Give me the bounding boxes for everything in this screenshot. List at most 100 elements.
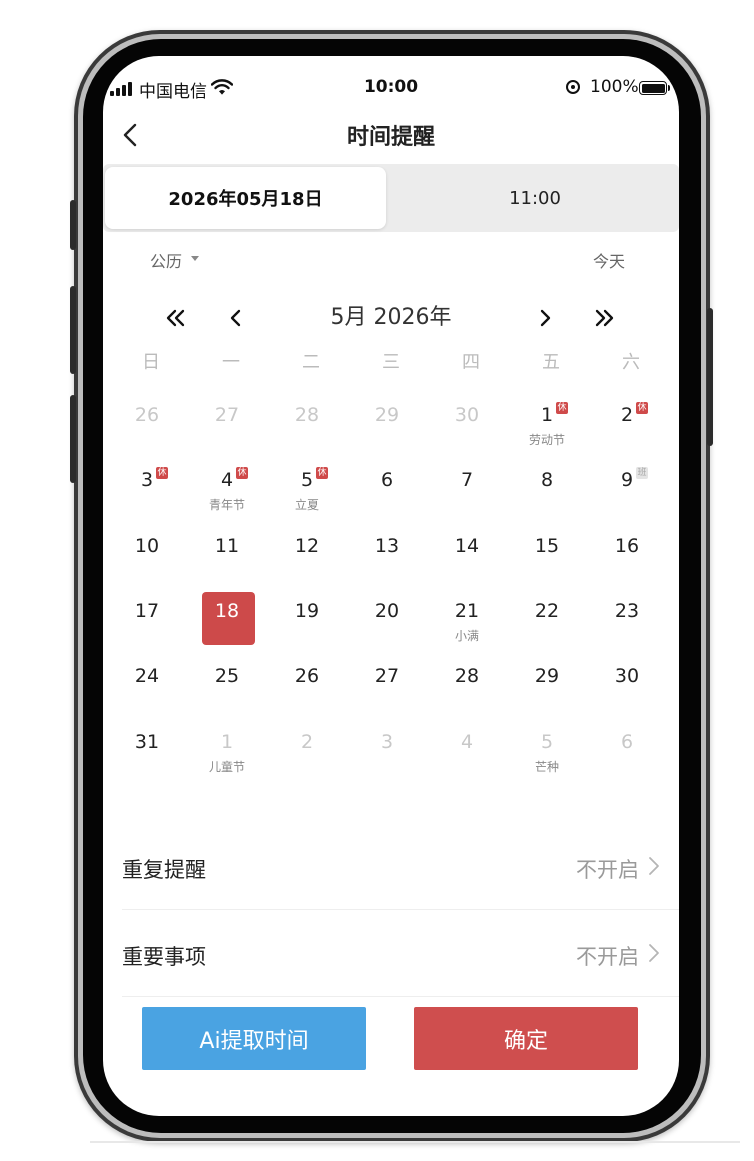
caret-down-icon[interactable] (191, 256, 199, 261)
day-number: 23 (614, 599, 640, 622)
chevron-right-icon (649, 944, 659, 962)
holiday-badge: 休 (236, 467, 248, 480)
calendar-day[interactable]: 27 (347, 647, 427, 707)
calendar-type-select[interactable]: 公历 (150, 248, 182, 272)
weekday-label: 六 (622, 352, 640, 373)
calendar-day[interactable]: 26 (267, 647, 347, 707)
calendar-day[interactable]: 13 (347, 517, 427, 577)
day-number: 8 (540, 469, 554, 492)
calendar-day[interactable]: 28 (267, 386, 347, 446)
workday-badge: 班 (636, 467, 648, 480)
orientation-lock-icon (566, 80, 580, 94)
calendar-day[interactable]: 14 (427, 517, 507, 577)
day-number: 30 (454, 404, 480, 426)
calendar-day[interactable]: 23 (587, 582, 667, 642)
day-number: 5 (540, 730, 554, 753)
day-number: 20 (374, 599, 400, 622)
important-item-row[interactable]: 重要事项 不开启 (122, 911, 679, 997)
day-number: 13 (374, 534, 400, 557)
calendar-day[interactable]: 12 (267, 517, 347, 577)
calendar-day[interactable]: 21 小满 (427, 582, 507, 643)
day-number: 6 (620, 730, 634, 753)
day-number: 1 (540, 404, 554, 426)
battery-icon (639, 81, 667, 95)
repeat-reminder-row[interactable]: 重复提醒 不开启 (122, 824, 679, 910)
calendar-day[interactable]: 30 (427, 386, 507, 446)
calendar-day[interactable]: 22 (507, 582, 587, 642)
day-festival-label: 立夏 (294, 498, 319, 513)
calendar-day[interactable]: 1 休劳动节 (507, 386, 587, 447)
prev-year-icon[interactable] (161, 300, 191, 336)
day-number: 9 (620, 469, 634, 492)
calendar-day[interactable]: 19 (267, 582, 347, 642)
app-screen: 中国电信 10:00 100% 时间提醒 2026年05月18日 11:00 公… (103, 56, 679, 1116)
calendar-day[interactable]: 2休 (587, 386, 667, 446)
day-number: 21 (454, 599, 480, 622)
day-number: 30 (614, 665, 640, 688)
today-button[interactable]: 今天 (593, 248, 625, 272)
calendar-day[interactable]: 15 (507, 517, 587, 577)
calendar-day[interactable]: 27 (187, 386, 267, 446)
calendar-day[interactable]: 25 (187, 647, 267, 707)
holiday-badge: 休 (556, 402, 568, 414)
calendar-day[interactable]: 3休 (107, 451, 187, 511)
day-number: 17 (134, 599, 160, 622)
calendar-day[interactable]: 1 儿童节 (187, 713, 267, 774)
tab-time[interactable]: 11:00 (393, 167, 677, 229)
day-festival-label: 小满 (454, 628, 479, 643)
confirm-button[interactable]: 确定 (414, 1007, 638, 1070)
day-festival-label: 芒种 (534, 759, 559, 774)
calendar-day-selected[interactable]: 18 (187, 582, 267, 645)
calendar-day[interactable]: 4 休青年节 (187, 451, 267, 513)
calendar-day[interactable]: 24 (107, 647, 187, 707)
day-number: 15 (534, 534, 560, 557)
day-number: 14 (454, 534, 480, 557)
day-number: 4 (220, 469, 234, 492)
date-time-segment: 2026年05月18日 11:00 (103, 164, 679, 232)
calendar-day[interactable]: 5 休立夏 (267, 451, 347, 513)
day-number: 28 (454, 665, 480, 688)
status-bar: 中国电信 10:00 100% (103, 56, 679, 116)
day-number: 27 (374, 665, 400, 688)
calendar-day[interactable]: 5 芒种 (507, 713, 587, 774)
ai-extract-time-button[interactable]: Ai提取时间 (142, 1007, 366, 1070)
calendar-day[interactable]: 6 (347, 451, 427, 511)
calendar-day[interactable]: 29 (347, 386, 427, 446)
calendar-day[interactable]: 16 (587, 517, 667, 577)
repeat-reminder-value: 不开启 (576, 858, 639, 882)
day-festival-label: 儿童节 (208, 759, 245, 774)
calendar-day[interactable]: 3 (347, 713, 427, 773)
calendar-day[interactable]: 7 (427, 451, 507, 511)
day-number: 1 (220, 730, 234, 753)
calendar-day[interactable]: 11 (187, 517, 267, 577)
day-number: 28 (294, 404, 320, 426)
next-month-icon[interactable] (532, 300, 558, 336)
calendar-day[interactable]: 6 (587, 713, 667, 773)
calendar-day[interactable]: 26 (107, 386, 187, 446)
holiday-badge: 休 (636, 402, 648, 414)
calendar-day[interactable]: 20 (347, 582, 427, 642)
calendar-day[interactable]: 10 (107, 517, 187, 577)
calendar-day[interactable]: 2 (267, 713, 347, 773)
next-year-icon[interactable] (589, 300, 619, 336)
calendar-day[interactable]: 30 (587, 647, 667, 707)
calendar-day[interactable]: 28 (427, 647, 507, 707)
calendar-day[interactable]: 29 (507, 647, 587, 707)
day-number: 3 (380, 730, 394, 753)
weekday-header: 日 一 二 三 四 五 六 (107, 348, 671, 378)
day-number: 27 (214, 404, 240, 426)
prev-month-icon[interactable] (223, 300, 249, 336)
calendar-day[interactable]: 17 (107, 582, 187, 642)
tab-date[interactable]: 2026年05月18日 (105, 167, 386, 229)
repeat-reminder-label: 重复提醒 (122, 858, 206, 882)
calendar-day[interactable]: 8 (507, 451, 587, 511)
day-number: 31 (134, 730, 160, 753)
day-festival-label: 青年节 (208, 498, 245, 513)
weekday-label: 日 (142, 352, 160, 373)
day-number: 29 (374, 404, 400, 426)
calendar-day[interactable]: 9班 (587, 451, 667, 511)
volume-up-button (70, 286, 76, 374)
calendar-day[interactable]: 31 (107, 713, 187, 773)
calendar-day[interactable]: 4 (427, 713, 507, 773)
day-number: 11 (214, 534, 240, 557)
